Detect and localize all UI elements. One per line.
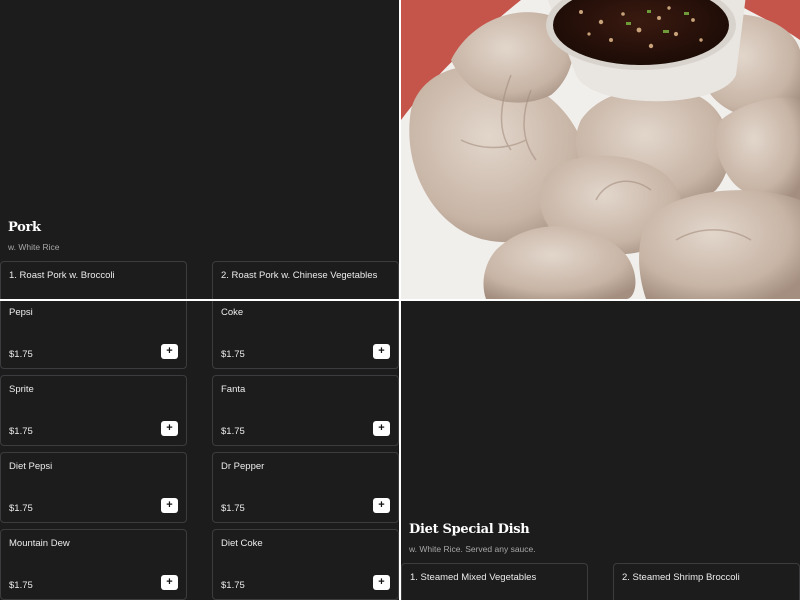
menu-item-name: Pepsi: [9, 307, 33, 318]
menu-item-card[interactable]: Diet Pepsi $1.75 +: [0, 452, 187, 523]
menu-item-price: $1.75: [9, 426, 33, 437]
plus-icon[interactable]: +: [373, 498, 390, 513]
menu-item-price: $1.75: [221, 580, 245, 591]
menu-item-card[interactable]: 1. Steamed Mixed Vegetables: [401, 563, 588, 600]
menu-item-card[interactable]: 1. Roast Pork w. Broccoli: [0, 261, 187, 299]
plus-icon[interactable]: +: [161, 498, 178, 513]
menu-item-name: Diet Pepsi: [9, 461, 53, 472]
menu-item-price: $1.75: [9, 503, 33, 514]
menu-item-name: 1. Roast Pork w. Broccoli: [9, 270, 115, 281]
plus-icon[interactable]: +: [161, 421, 178, 436]
menu-item-card[interactable]: Coke $1.75 +: [212, 301, 399, 369]
menu-item-name: Mountain Dew: [9, 538, 70, 549]
section-subtitle-diet-special: w. White Rice. Served any sauce.: [409, 544, 536, 554]
section-title-diet-special: Diet Special Dish: [409, 522, 530, 537]
menu-item-card[interactable]: Pepsi $1.75 +: [0, 301, 187, 369]
menu-item-name: Coke: [221, 307, 244, 318]
menu-item-name: Dr Pepper: [221, 461, 265, 472]
menu-item-price: $1.75: [221, 503, 245, 514]
menu-item-card[interactable]: Diet Coke $1.75 +: [212, 529, 399, 600]
dumplings-image: [401, 0, 800, 299]
section-subtitle-pork: w. White Rice: [8, 242, 60, 252]
diet-special-section: Diet Special Dish w. White Rice. Served …: [401, 301, 800, 600]
drinks-section: Pepsi $1.75 + Coke $1.75 + Sprite $1.75 …: [0, 301, 399, 600]
menu-item-name: Fanta: [221, 384, 246, 395]
menu-item-price: $1.75: [9, 580, 33, 591]
menu-item-name: 2. Roast Pork w. Chinese Vegetables: [221, 270, 378, 281]
pork-section: Pork w. White Rice 1. Roast Pork w. Broc…: [0, 0, 399, 299]
plus-icon[interactable]: +: [373, 575, 390, 590]
dumplings-photo: [401, 0, 800, 299]
menu-item-card[interactable]: 2. Roast Pork w. Chinese Vegetables: [212, 261, 399, 299]
plus-icon[interactable]: +: [373, 344, 390, 359]
menu-item-card[interactable]: Mountain Dew $1.75 +: [0, 529, 187, 600]
plus-icon[interactable]: +: [161, 344, 178, 359]
plus-icon[interactable]: +: [161, 575, 178, 590]
section-title-pork: Pork: [8, 220, 41, 235]
plus-icon[interactable]: +: [373, 421, 390, 436]
menu-item-name: 1. Steamed Mixed Vegetables: [410, 572, 537, 583]
menu-item-card[interactable]: Fanta $1.75 +: [212, 375, 399, 446]
menu-item-card[interactable]: 2. Steamed Shrimp Broccoli: [613, 563, 800, 600]
menu-item-price: $1.75: [9, 349, 33, 360]
menu-item-card[interactable]: Sprite $1.75 +: [0, 375, 187, 446]
menu-item-name: 2. Steamed Shrimp Broccoli: [622, 572, 740, 583]
menu-item-name: Sprite: [9, 384, 34, 395]
menu-item-price: $1.75: [221, 349, 245, 360]
menu-item-price: $1.75: [221, 426, 245, 437]
menu-item-card[interactable]: Dr Pepper $1.75 +: [212, 452, 399, 523]
menu-item-name: Diet Coke: [221, 538, 263, 549]
